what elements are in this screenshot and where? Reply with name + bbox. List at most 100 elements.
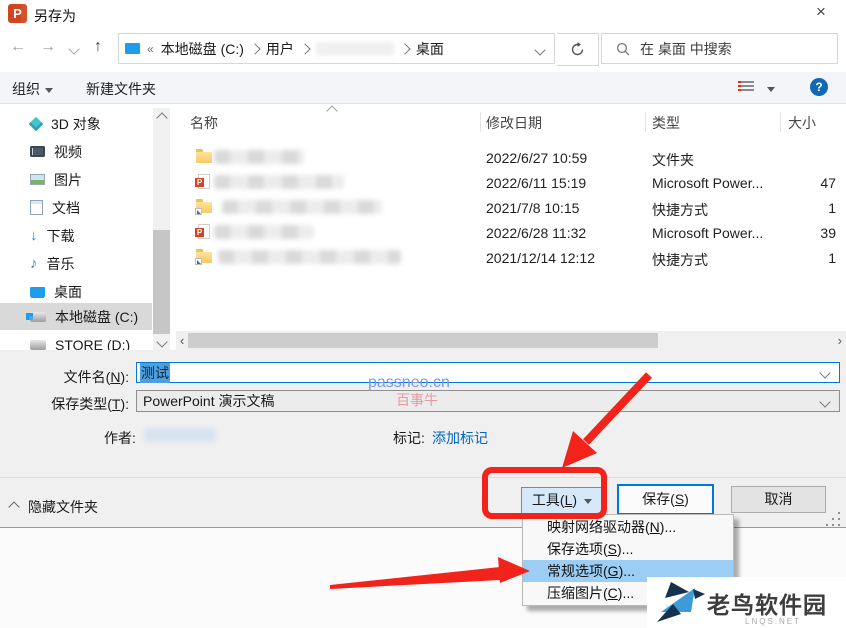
sidebar-item-videos[interactable]: 视频 xyxy=(0,138,152,165)
sort-ascending-icon xyxy=(326,105,337,116)
organize-dropdown-icon xyxy=(45,88,53,93)
filename-redacted xyxy=(222,200,382,214)
scroll-left-icon[interactable]: ‹ xyxy=(180,333,184,348)
file-date: 2022/6/28 11:32 xyxy=(486,225,586,241)
file-date: 2021/12/14 12:12 xyxy=(486,250,595,266)
breadcrumb-prefix: « xyxy=(147,42,154,56)
filename-redacted xyxy=(214,225,314,239)
recent-locations-chevron-icon[interactable] xyxy=(68,43,79,54)
site-logo: 老鸟软件园 LNQS.NET xyxy=(647,577,846,628)
breadcrumb-drive[interactable]: 本地磁盘 (C:) xyxy=(161,39,244,59)
sidebar-item-downloads[interactable]: ↓下载 xyxy=(0,222,152,249)
videos-icon xyxy=(30,146,45,157)
breadcrumb-separator-icon xyxy=(249,43,260,54)
sidebar-item-documents[interactable]: 文档 xyxy=(0,194,152,221)
savetype-label: 保存类型(T): xyxy=(0,394,129,414)
filename-redacted xyxy=(218,250,401,264)
file-type: Microsoft Power... xyxy=(652,225,763,241)
close-icon[interactable]: × xyxy=(810,2,832,22)
menu-item-save-options[interactable]: 保存选项(S)... xyxy=(523,538,733,560)
documents-icon xyxy=(30,200,43,215)
filename-dropdown-icon[interactable] xyxy=(819,367,830,378)
sidebar-item-music[interactable]: ♪音乐 xyxy=(0,250,152,277)
search-icon xyxy=(616,42,630,56)
author-value-redacted xyxy=(144,428,216,442)
search-query: 在 桌面 中搜索 xyxy=(640,39,732,59)
new-folder-button[interactable]: 新建文件夹 xyxy=(86,79,156,99)
column-header-size[interactable]: 大小 xyxy=(788,113,816,133)
sidebar-item-3d-objects[interactable]: 3D 对象 xyxy=(0,110,152,137)
folder-shortcut-icon xyxy=(196,252,212,263)
address-bar[interactable]: « 本地磁盘 (C:) 用户 桌面 xyxy=(118,33,555,64)
column-header-name[interactable]: 名称 xyxy=(190,113,218,133)
desktop-icon xyxy=(30,287,45,297)
search-input[interactable]: 在 桌面 中搜索 xyxy=(601,33,838,64)
forward-button[interactable]: → xyxy=(40,38,56,56)
window-title: 另存为 xyxy=(34,6,76,26)
scroll-up-icon[interactable] xyxy=(156,112,167,123)
menu-item-map-network-drive[interactable]: 映射网络驱动器(N)... xyxy=(523,516,733,538)
breadcrumb-desktop[interactable]: 桌面 xyxy=(416,39,444,59)
hscrollbar-thumb[interactable] xyxy=(188,333,658,348)
back-button[interactable]: ← xyxy=(10,38,26,56)
breadcrumb-separator-icon xyxy=(399,43,410,54)
refresh-button[interactable] xyxy=(557,33,599,66)
hide-folders-button[interactable]: 隐藏文件夹 xyxy=(10,497,98,517)
savetype-select[interactable]: PowerPoint 演示文稿 xyxy=(136,390,840,412)
help-icon[interactable]: ? xyxy=(810,78,828,96)
author-label: 作者: xyxy=(104,428,136,448)
save-button[interactable]: 保存(S) xyxy=(617,484,714,515)
bird-logo-icon xyxy=(655,580,707,626)
scroll-down-icon[interactable] xyxy=(156,336,167,347)
up-button[interactable]: ↑ xyxy=(94,38,102,56)
breadcrumb-separator-icon xyxy=(299,43,310,54)
file-date: 2021/7/8 10:15 xyxy=(486,200,579,216)
cancel-button[interactable]: 取消 xyxy=(731,486,826,513)
ppt-file-icon xyxy=(198,224,210,239)
breadcrumb-users[interactable]: 用户 xyxy=(266,39,294,59)
file-date: 2022/6/11 15:19 xyxy=(486,175,586,191)
file-date: 2022/6/27 10:59 xyxy=(486,150,587,166)
column-header-type[interactable]: 类型 xyxy=(652,113,680,133)
ppt-file-icon xyxy=(198,174,210,189)
sidebar-scrollbar[interactable] xyxy=(153,108,170,352)
savetype-dropdown-icon xyxy=(819,396,830,407)
desktop-location-icon xyxy=(125,43,140,54)
title-bar: P 另存为 × xyxy=(0,0,846,28)
resize-grip[interactable] xyxy=(826,512,842,528)
sidebar-item-pictures[interactable]: 图片 xyxy=(0,166,152,193)
view-dropdown-icon[interactable] xyxy=(767,87,775,92)
tags-label: 标记: xyxy=(393,428,425,448)
powerpoint-icon: P xyxy=(8,4,27,23)
watermark-line2: 百事牛 xyxy=(396,390,438,410)
savetype-value: PowerPoint 演示文稿 xyxy=(143,391,274,411)
sidebar-item-desktop[interactable]: 桌面 xyxy=(0,278,152,305)
scroll-right-icon[interactable]: › xyxy=(838,333,842,348)
sidebar-item-local-disk-c[interactable]: 本地磁盘 (C:) xyxy=(0,303,152,330)
filename-input[interactable]: 测试 xyxy=(136,362,840,383)
folder-shortcut-icon xyxy=(196,202,212,213)
downloads-icon: ↓ xyxy=(30,229,38,242)
change-view-icon[interactable] xyxy=(738,81,754,94)
organize-button[interactable]: 组织 xyxy=(12,79,53,99)
breadcrumb-username-redacted[interactable] xyxy=(316,42,394,56)
music-icon: ♪ xyxy=(30,256,38,271)
sidebar-scrollbar-thumb[interactable] xyxy=(153,230,170,334)
file-size: 39 xyxy=(760,225,836,241)
site-logo-domain: LNQS.NET xyxy=(745,617,801,626)
filename-label: 文件名(N): xyxy=(0,367,129,387)
file-size: 1 xyxy=(760,200,836,216)
3d-objects-icon xyxy=(29,116,43,130)
site-logo-text: 老鸟软件园 xyxy=(707,586,827,620)
file-list-hscrollbar[interactable]: ‹ › xyxy=(176,331,846,350)
pictures-icon xyxy=(30,174,45,185)
folder-icon xyxy=(196,152,212,163)
file-type: 文件夹 xyxy=(652,150,694,170)
address-dropdown-icon[interactable] xyxy=(534,44,545,55)
file-type: 快捷方式 xyxy=(652,250,708,270)
filename-value: 测试 xyxy=(140,363,170,383)
filename-redacted xyxy=(214,150,304,164)
local-disk-c-icon xyxy=(30,312,46,322)
column-header-date[interactable]: 修改日期 xyxy=(486,113,542,133)
add-tag-link[interactable]: 添加标记 xyxy=(432,428,488,448)
